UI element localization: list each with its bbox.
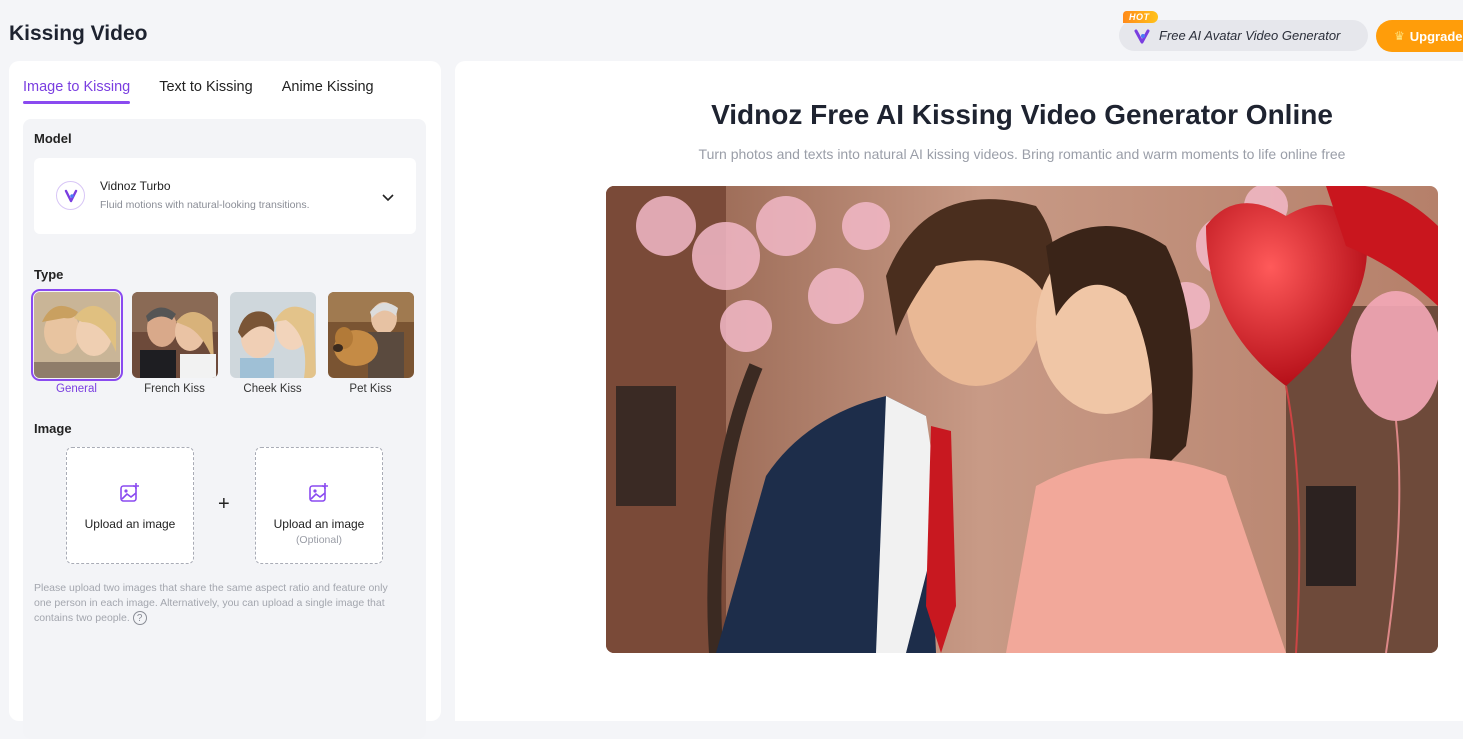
avatar-generator-link[interactable]: HOT Free AI Avatar Video Generator (1119, 11, 1368, 51)
avatar-generator-label: Free AI Avatar Video Generator (1159, 28, 1341, 43)
hot-badge: HOT (1123, 11, 1158, 23)
upload-image-1-label: Upload an image (84, 517, 176, 531)
model-select[interactable]: Vidnoz Turbo Fluid motions with natural-… (34, 158, 416, 234)
hero-image (606, 186, 1438, 653)
type-option-cheek-kiss[interactable]: Cheek Kiss (228, 292, 317, 395)
add-image-icon (308, 482, 330, 509)
tab-image-to-kissing[interactable]: Image to Kissing (23, 79, 131, 104)
settings-area: Model Vidnoz Turbo Fluid motions with na… (23, 119, 426, 739)
type-section-label: Type (34, 267, 64, 282)
upgrade-button[interactable]: ♛ Upgrade (1376, 20, 1463, 52)
upload-image-2-optional: (Optional) (295, 534, 343, 546)
french-kiss-thumbnail (131, 292, 218, 378)
preview-panel: Vidnoz Free AI Kissing Video Generator O… (455, 61, 1463, 721)
type-label-pet-kiss: Pet Kiss (349, 383, 392, 395)
page-title: Kissing Video (9, 22, 148, 45)
type-label-cheek-kiss: Cheek Kiss (243, 383, 302, 395)
hero-subtitle: Turn photos and texts into natural AI ki… (698, 146, 1346, 162)
vidnoz-turbo-icon (56, 181, 85, 210)
tab-anime-kissing[interactable]: Anime Kissing (282, 79, 374, 104)
generator-panel: Image to Kissing Text to Kissing Anime K… (9, 61, 441, 739)
type-options: General French Kiss Cheek Kiss Pet Kiss (30, 289, 415, 395)
plus-icon: + (218, 493, 230, 515)
upload-image-2-label: Upload an image (273, 517, 365, 531)
general-thumbnail (30, 289, 123, 381)
pet-kiss-thumbnail (327, 292, 414, 378)
upload-hint-text: Please upload two images that share the … (34, 582, 388, 624)
upload-image-2[interactable]: Upload an image (Optional) (255, 447, 383, 564)
upgrade-label: Upgrade (1409, 28, 1463, 44)
tab-text-to-kissing[interactable]: Text to Kissing (159, 79, 253, 104)
model-section-label: Model (34, 131, 72, 146)
add-image-icon (119, 482, 141, 509)
upload-image-1[interactable]: Upload an image (66, 447, 194, 564)
hero-title: Vidnoz Free AI Kissing Video Generator O… (711, 99, 1333, 130)
type-option-pet-kiss[interactable]: Pet Kiss (326, 292, 415, 395)
type-option-general[interactable]: General (30, 289, 123, 395)
upload-hint: Please upload two images that share the … (34, 581, 406, 626)
chevron-down-icon (382, 189, 394, 207)
image-section-label: Image (34, 421, 72, 436)
tab-bar: Image to Kissing Text to Kissing Anime K… (23, 79, 374, 104)
vidnoz-logo-icon (1133, 27, 1151, 45)
type-label-general: General (56, 383, 97, 395)
type-option-french-kiss[interactable]: French Kiss (130, 292, 219, 395)
cheek-kiss-thumbnail (229, 292, 316, 378)
model-description: Fluid motions with natural-looking trans… (100, 199, 310, 211)
type-label-french-kiss: French Kiss (144, 383, 205, 395)
crown-icon: ♛ (1394, 29, 1405, 43)
model-name: Vidnoz Turbo (100, 179, 171, 193)
help-icon[interactable]: ? (132, 611, 147, 626)
